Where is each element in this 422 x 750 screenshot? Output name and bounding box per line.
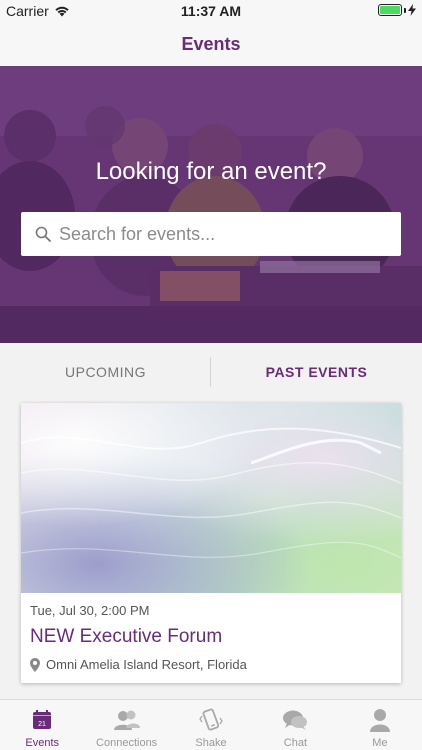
tab-upcoming[interactable]: UPCOMING [0,343,211,401]
status-bar: Carrier 11:37 AM [0,0,422,22]
people-icon [113,710,140,730]
tabbar-item-me[interactable]: Me [338,700,422,750]
event-location-label: Omni Amelia Island Resort, Florida [46,657,247,672]
event-filter-tabs: UPCOMING PAST EVENTS [0,343,422,401]
tabbar-label-chat: Chat [283,737,308,749]
tabbar-label-me: Me [372,737,388,749]
clock: 11:37 AM [180,3,242,19]
search-input[interactable] [59,223,379,245]
event-card[interactable]: Tue, Jul 30, 2:00 PM NEW Executive Forum… [21,403,401,683]
tabbar-item-connections[interactable]: Connections [84,700,168,750]
tab-past-events[interactable]: PAST EVENTS [211,343,422,401]
charging-bolt-icon [408,4,416,16]
person-icon [369,709,390,732]
tabbar-label-connections: Connections [96,737,158,749]
hero-heading: Looking for an event? [95,158,327,185]
tabbar-label-shake: Shake [195,737,227,749]
tabbar-item-chat[interactable]: Chat [253,700,337,750]
calendar-icon: 21 [33,710,52,729]
tab-divider [210,357,211,387]
chat-bubbles-icon [283,710,308,730]
event-cover-image [21,403,401,593]
navigation-bar: Events [0,22,422,66]
event-title[interactable]: NEW Executive Forum [30,626,222,648]
map-pin-icon [30,657,40,672]
calendar-icon-day: 21 [38,721,46,728]
search-bar[interactable] [21,212,401,256]
tabbar-label-events: Events [25,737,60,749]
battery-fill [380,6,400,14]
shake-phone-icon [199,708,223,731]
event-card-body: Tue, Jul 30, 2:00 PM NEW Executive Forum… [21,593,401,683]
tabbar-item-shake[interactable]: Shake [169,700,253,750]
page-title: Events [181,34,241,54]
event-date: Tue, Jul 30, 2:00 PM [30,603,150,618]
battery-indicator [378,4,416,16]
event-location: Omni Amelia Island Resort, Florida [30,657,247,672]
tabbar-item-events[interactable]: 21 Events [0,700,84,750]
search-icon [35,226,51,242]
hero-banner: Looking for an event? [0,66,422,343]
bottom-tab-bar: 21 Events Connections Shake Chat Me [0,699,422,750]
